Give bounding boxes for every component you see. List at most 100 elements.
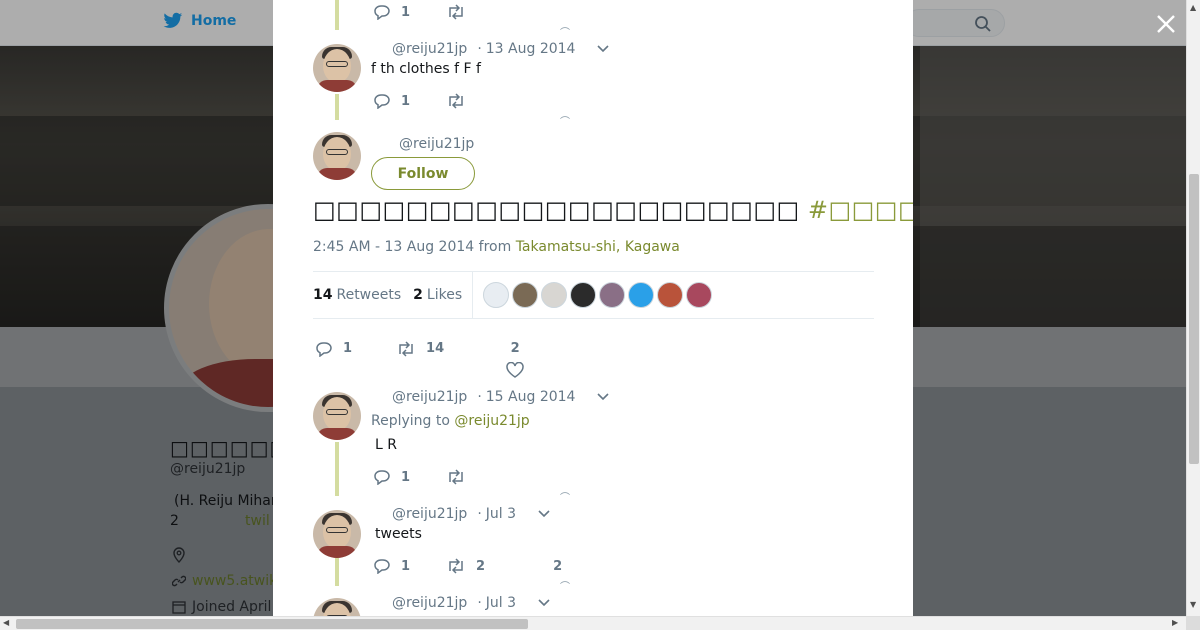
tweet-handle[interactable]: @reiju21jp — [392, 389, 467, 405]
avatar[interactable] — [313, 44, 361, 92]
reply-count: 1 — [401, 558, 411, 574]
tweet-header: @reiju21jp · 15 Aug 2014 — [392, 389, 610, 405]
thread-line — [335, 0, 339, 30]
retweet-icon — [449, 469, 463, 485]
chevron-down-icon[interactable] — [538, 599, 550, 607]
heart-icon — [506, 362, 524, 378]
liker-avatars — [483, 282, 713, 308]
vertical-scrollbar[interactable]: ▲ ▼ — [1186, 0, 1200, 616]
reply-icon — [374, 470, 390, 485]
tweet-header: @reiju21jp — [399, 136, 474, 152]
likes-stat[interactable]: 2 Likes — [413, 287, 462, 303]
tweet-text: tweets — [375, 526, 422, 542]
retweet-count: 2 — [476, 558, 486, 574]
tweet-date[interactable]: 13 Aug 2014 — [486, 41, 576, 57]
reply-button[interactable]: 1 — [373, 558, 410, 574]
horizontal-scrollbar[interactable]: ◀ ▶ — [0, 616, 1186, 630]
avatar[interactable] — [313, 132, 361, 180]
liker-avatar[interactable] — [628, 282, 655, 308]
tweet-actions: 1 2 2 — [373, 558, 562, 574]
scroll-left-arrow[interactable]: ◀ — [3, 618, 9, 627]
tweet-handle[interactable]: @reiju21jp — [399, 136, 474, 152]
tweet-modal: 1 ⌒ @reiju21jp · 13 Aug 2014 f th clothe… — [273, 0, 913, 616]
main-tweet-actions: 1 14 2 — [315, 330, 524, 378]
tweet-text: L R — [375, 437, 397, 453]
liker-avatar[interactable] — [570, 282, 597, 308]
like-icon[interactable]: ⌒ — [560, 489, 570, 504]
horizontal-scroll-thumb[interactable] — [16, 619, 528, 629]
reply-button[interactable]: 1 — [373, 93, 410, 109]
retweet-button[interactable] — [446, 469, 466, 485]
tweet-stats: 14 Retweets 2 Likes — [313, 271, 874, 319]
tweet-handle[interactable]: @reiju21jp — [392, 506, 467, 522]
retweet-icon — [449, 93, 463, 109]
like-icon[interactable]: ⌒ — [560, 24, 570, 39]
chevron-down-icon[interactable] — [597, 393, 610, 401]
reply-button[interactable]: 1 — [373, 4, 410, 20]
retweets-label: Retweets — [336, 287, 402, 303]
tweet-header: @reiju21jp · 13 Aug 2014 — [392, 41, 610, 57]
hashtag-link[interactable]: #□□□□ — [808, 196, 913, 224]
retweet-button[interactable] — [446, 4, 466, 20]
chevron-down-icon[interactable] — [538, 510, 550, 518]
retweets-stat[interactable]: 14 Retweets — [313, 287, 401, 303]
retweets-count: 14 — [313, 287, 333, 303]
separator: · — [477, 595, 482, 611]
tweet-handle[interactable]: @reiju21jp — [392, 41, 467, 57]
like-icon[interactable]: ⌒ — [560, 578, 570, 593]
separator: · — [477, 506, 482, 522]
scroll-down-arrow[interactable]: ▼ — [1190, 600, 1196, 609]
tweet-date[interactable]: Jul 3 — [486, 506, 516, 522]
replying-to: Replying to @reiju21jp — [371, 413, 530, 429]
liker-avatar[interactable] — [686, 282, 713, 308]
liker-avatar[interactable] — [483, 282, 510, 308]
replying-to-handle[interactable]: @reiju21jp — [454, 413, 529, 429]
separator: · — [477, 41, 482, 57]
tweet-actions: 1 — [373, 469, 466, 485]
like-icon[interactable]: ⌒ — [560, 113, 570, 128]
like-button[interactable]: 2 — [506, 341, 524, 378]
main-tweet-text: □□□□□□□□□□□□□□□□□□□□□ #□□□□ □□□□□□□□□□□□… — [313, 196, 913, 224]
avatar[interactable] — [313, 392, 361, 440]
close-icon — [1157, 15, 1175, 33]
replying-to-label: Replying to — [371, 413, 450, 429]
liker-avatar[interactable] — [599, 282, 626, 308]
tweet-meta: 2:45 AM - 13 Aug 2014 from Takamatsu-shi… — [313, 239, 680, 255]
retweet-button[interactable]: 14 — [396, 340, 445, 357]
tweet-location[interactable]: Takamatsu-shi, Kagawa — [516, 239, 680, 255]
tweet-actions: 1 — [373, 4, 466, 20]
retweet-icon — [449, 558, 463, 574]
retweet-button[interactable] — [446, 93, 466, 109]
reply-count: 1 — [343, 341, 353, 356]
thread-line — [335, 442, 339, 496]
reply-icon — [374, 94, 390, 109]
close-modal-button[interactable] — [1154, 12, 1178, 36]
reply-count: 1 — [401, 93, 411, 109]
scroll-right-arrow[interactable]: ▶ — [1172, 618, 1178, 627]
liker-avatar[interactable] — [512, 282, 539, 308]
follow-button[interactable]: Follow — [371, 157, 475, 190]
reply-count: 1 — [401, 4, 411, 20]
reply-icon — [316, 341, 332, 357]
retweet-count: 14 — [426, 341, 445, 356]
tweet-header: @reiju21jp · Jul 3 — [392, 595, 550, 611]
liker-avatar[interactable] — [657, 282, 684, 308]
thread-line — [335, 94, 339, 120]
reply-button[interactable]: 1 — [373, 469, 410, 485]
avatar[interactable] — [313, 510, 361, 558]
scrollbar-corner — [1186, 616, 1200, 630]
avatar[interactable] — [313, 598, 361, 616]
tweet-handle[interactable]: @reiju21jp — [392, 595, 467, 611]
scroll-up-arrow[interactable]: ▲ — [1190, 3, 1196, 12]
like-button[interactable]: 2 — [553, 559, 562, 574]
likes-label: Likes — [426, 287, 463, 303]
tweet-date[interactable]: Jul 3 — [486, 595, 516, 611]
reply-button[interactable]: 1 — [315, 341, 352, 357]
tweet-date[interactable]: 15 Aug 2014 — [486, 389, 576, 405]
vertical-scroll-thumb[interactable] — [1189, 174, 1199, 464]
reply-icon — [374, 5, 390, 20]
like-count: 2 — [553, 558, 563, 574]
chevron-down-icon[interactable] — [597, 45, 610, 53]
retweet-button[interactable]: 2 — [446, 558, 485, 574]
liker-avatar[interactable] — [541, 282, 568, 308]
